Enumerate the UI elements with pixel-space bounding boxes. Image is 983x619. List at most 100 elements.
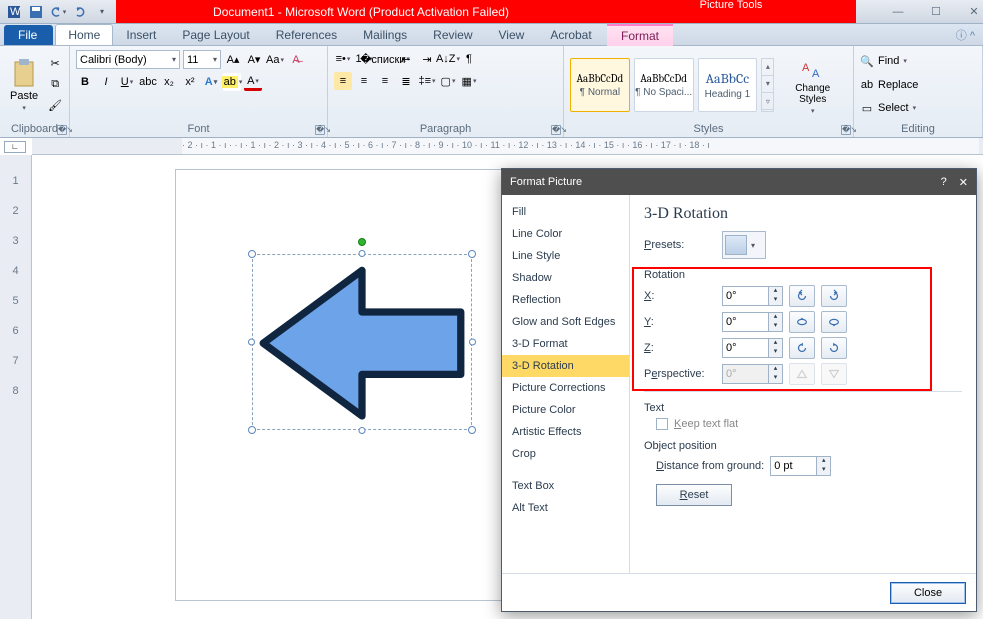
- change-case-icon[interactable]: Aa: [266, 51, 284, 69]
- resize-handle-sw[interactable]: [248, 426, 256, 434]
- line-spacing-icon[interactable]: ‡≡: [418, 72, 436, 90]
- dialog-close-button[interactable]: ✕: [959, 176, 968, 189]
- align-right-icon[interactable]: ≡: [376, 72, 394, 90]
- nav-picture-color[interactable]: Picture Color: [502, 399, 629, 421]
- format-painter-icon[interactable]: 🖌: [46, 97, 64, 115]
- tab-acrobat[interactable]: Acrobat: [537, 24, 604, 45]
- rotation-x-spinner[interactable]: ▴▾: [722, 286, 783, 306]
- increase-indent-icon[interactable]: ⇥: [418, 50, 436, 68]
- resize-handle-ne[interactable]: [468, 250, 476, 258]
- rotation-z-spinner[interactable]: ▴▾: [722, 338, 783, 358]
- ribbon-help-icon[interactable]: ⓘ ^: [956, 27, 975, 43]
- tab-references[interactable]: References: [263, 24, 350, 45]
- bullets-icon[interactable]: ≡•: [334, 50, 352, 68]
- tab-mailings[interactable]: Mailings: [350, 24, 420, 45]
- highlight-icon[interactable]: ab: [223, 73, 241, 91]
- superscript-button[interactable]: x²: [181, 73, 199, 91]
- resize-handle-w[interactable]: [248, 339, 255, 346]
- tab-page-layout[interactable]: Page Layout: [169, 24, 262, 45]
- vertical-ruler[interactable]: 12345678: [0, 155, 32, 619]
- nav-3d-format[interactable]: 3-D Format: [502, 333, 629, 355]
- paragraph-dialog-launcher[interactable]: �↘: [551, 125, 561, 135]
- font-size-combo[interactable]: 11▾: [183, 50, 221, 69]
- resize-handle-e[interactable]: [469, 339, 476, 346]
- tab-home[interactable]: Home: [55, 24, 113, 45]
- style-normal[interactable]: AaBbCcDd¶ Normal: [570, 58, 630, 112]
- dialog-help-button[interactable]: ?: [941, 176, 947, 189]
- nav-3d-rotation[interactable]: 3-D Rotation: [502, 355, 629, 377]
- reset-button[interactable]: Reset: [656, 484, 732, 506]
- font-name-combo[interactable]: Calibri (Body)▾: [76, 50, 180, 69]
- undo-icon[interactable]: [48, 2, 68, 22]
- selected-shape[interactable]: [252, 254, 472, 430]
- nav-line-style[interactable]: Line Style: [502, 245, 629, 267]
- keep-text-flat-checkbox[interactable]: [656, 418, 668, 430]
- font-dialog-launcher[interactable]: �↘: [315, 125, 325, 135]
- font-color-icon[interactable]: A: [244, 73, 262, 91]
- qat-customize-icon[interactable]: ▾: [92, 2, 112, 22]
- nav-shadow[interactable]: Shadow: [502, 267, 629, 289]
- minimize-button[interactable]: —: [886, 3, 910, 21]
- subscript-button[interactable]: x₂: [160, 73, 178, 91]
- clear-formatting-icon[interactable]: A̶: [287, 51, 305, 69]
- paste-button[interactable]: Paste ▾: [6, 56, 42, 114]
- find-button[interactable]: 🔍Find ▾: [860, 55, 918, 68]
- copy-icon[interactable]: ⧉: [46, 76, 64, 94]
- underline-button[interactable]: U: [118, 73, 136, 91]
- styles-dialog-launcher[interactable]: �↘: [841, 125, 851, 135]
- dialog-close-footer-button[interactable]: Close: [890, 582, 966, 604]
- text-effects-icon[interactable]: A: [202, 73, 220, 91]
- resize-handle-nw[interactable]: [248, 250, 256, 258]
- maximize-button[interactable]: ☐: [924, 3, 948, 21]
- select-button[interactable]: ▭Select ▾: [860, 102, 918, 115]
- show-marks-icon[interactable]: ¶: [460, 50, 478, 68]
- style-heading-1[interactable]: AaBbCcHeading 1: [698, 58, 758, 112]
- nav-alt-text[interactable]: Alt Text: [502, 497, 629, 519]
- perspective-spinner[interactable]: ▴▾: [722, 364, 783, 384]
- rotate-x-right-button[interactable]: [821, 285, 847, 307]
- redo-icon[interactable]: [70, 2, 90, 22]
- nav-fill[interactable]: Fill: [502, 201, 629, 223]
- nav-text-box[interactable]: Text Box: [502, 475, 629, 497]
- justify-icon[interactable]: ≣: [397, 72, 415, 90]
- align-left-icon[interactable]: ≡: [334, 72, 352, 90]
- rotate-z-cw-button[interactable]: [821, 337, 847, 359]
- replace-button[interactable]: abReplace: [860, 79, 918, 91]
- rotate-z-ccw-button[interactable]: [789, 337, 815, 359]
- rotate-y-down-button[interactable]: [821, 311, 847, 333]
- multilevel-list-icon[interactable]: �списки: [376, 50, 394, 68]
- word-app-icon[interactable]: W: [4, 2, 24, 22]
- tab-insert[interactable]: Insert: [113, 24, 169, 45]
- tab-review[interactable]: Review: [420, 24, 485, 45]
- align-center-icon[interactable]: ≡: [355, 72, 373, 90]
- rotation-y-spinner[interactable]: ▴▾: [722, 312, 783, 332]
- change-styles-button[interactable]: AA Change Styles▾: [778, 53, 847, 117]
- save-icon[interactable]: [26, 2, 46, 22]
- style-no-spacing[interactable]: AaBbCcDd¶ No Spaci...: [634, 58, 694, 112]
- resize-handle-se[interactable]: [468, 426, 476, 434]
- resize-handle-n[interactable]: [359, 250, 366, 257]
- cut-icon[interactable]: ✂: [46, 55, 64, 73]
- bold-button[interactable]: B: [76, 73, 94, 91]
- rotation-handle[interactable]: [358, 238, 366, 246]
- arrow-left-shape[interactable]: [258, 260, 466, 426]
- clipboard-dialog-launcher[interactable]: �↘: [57, 125, 67, 135]
- rotate-x-left-button[interactable]: [789, 285, 815, 307]
- nav-picture-corrections[interactable]: Picture Corrections: [502, 377, 629, 399]
- horizontal-ruler[interactable]: · 2 · ı · 1 · ı · · ı · 1 · ı · 2 · ı · …: [32, 138, 983, 155]
- nav-artistic-effects[interactable]: Artistic Effects: [502, 421, 629, 443]
- sort-icon[interactable]: A↓Z: [439, 50, 457, 68]
- nav-reflection[interactable]: Reflection: [502, 289, 629, 311]
- borders-icon[interactable]: ▦: [460, 72, 478, 90]
- rotate-y-up-button[interactable]: [789, 311, 815, 333]
- nav-glow-soft-edges[interactable]: Glow and Soft Edges: [502, 311, 629, 333]
- shading-icon[interactable]: ▢: [439, 72, 457, 90]
- shrink-font-icon[interactable]: A▾: [245, 51, 263, 69]
- decrease-indent-icon[interactable]: ⇤: [397, 50, 415, 68]
- file-tab[interactable]: File: [4, 25, 53, 45]
- strikethrough-button[interactable]: abc: [139, 73, 157, 91]
- grow-font-icon[interactable]: A▴: [224, 51, 242, 69]
- italic-button[interactable]: I: [97, 73, 115, 91]
- resize-handle-s[interactable]: [359, 427, 366, 434]
- nav-line-color[interactable]: Line Color: [502, 223, 629, 245]
